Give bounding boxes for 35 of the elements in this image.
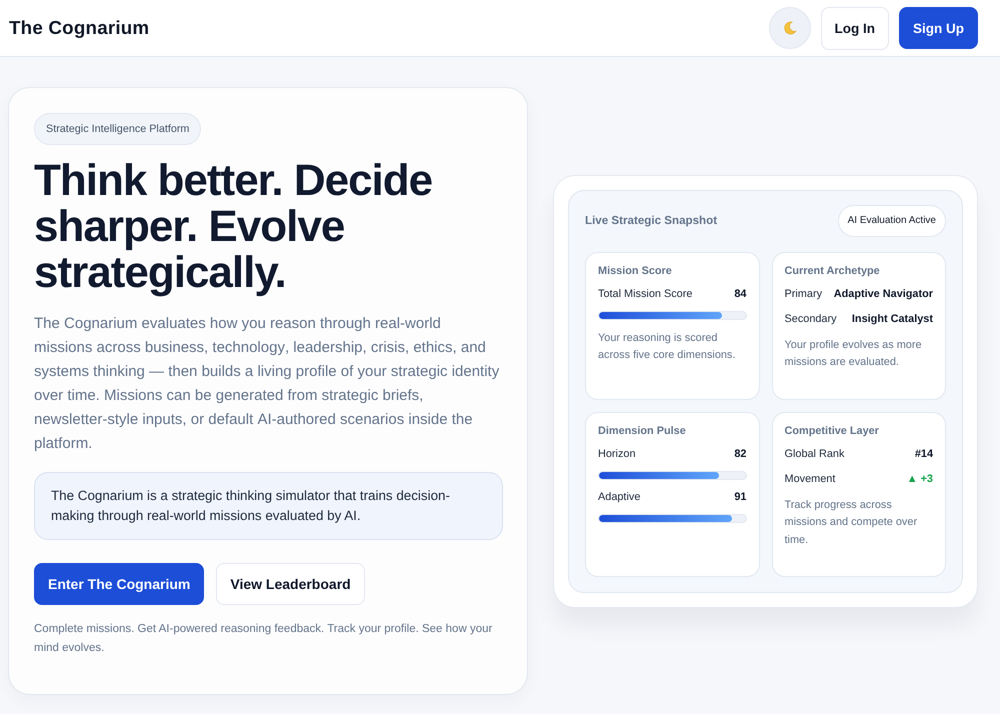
tile-note: Your profile evolves as more missions are evaluated. <box>784 338 923 370</box>
stat-value: Insight Catalyst <box>852 312 933 326</box>
stat-value: 91 <box>734 490 746 504</box>
enter-button[interactable]: Enter The Cognarium <box>34 563 204 605</box>
sign-up-button[interactable]: Sign Up <box>899 7 978 49</box>
theme-toggle-button[interactable] <box>768 7 810 49</box>
stat-label: Adaptive <box>598 490 640 504</box>
tile-note: Your reasoning is scored across five core dimensions. <box>598 330 736 363</box>
description-text: The Cognarium evaluates how you reason through real-world missions across business, technology, leadership, crisis, ethics, and systems thinking — then builds a living profile of your strategic identity over time. Missions can be generated from strategic briefs, newsletter-style inputs, or default AI-authored scenarios inside the platform. <box>34 314 500 454</box>
tile-title: Dimension Pulse <box>598 424 686 438</box>
stat-value: #14 <box>914 446 933 462</box>
stat-value: 84 <box>734 286 746 302</box>
footnote-text: Complete missions. Get AI-powered reasoning feedback. Track your profile. See how your mind evolves. <box>34 622 494 656</box>
tile-title: Competitive Layer <box>784 424 879 438</box>
stat-label: Secondary <box>784 312 837 326</box>
leaderboard-button[interactable]: View Leaderboard <box>216 563 365 605</box>
log-in-button[interactable]: Log In <box>820 6 889 50</box>
snapshot-title: Live Strategic Snapshot <box>585 214 718 227</box>
summary-callout: The Cognarium is a strategic thinking simulator that trains decision-making through real-world missions evaluated by AI. <box>34 472 503 540</box>
stat-label: Global Rank <box>784 446 844 462</box>
headline: Think better. Decide sharper. Evolve strategically. <box>34 158 434 296</box>
tile-title: Mission Score <box>598 264 672 278</box>
stat-label: Total Mission Score <box>598 286 692 302</box>
stat-value: Adaptive Navigator <box>834 286 933 302</box>
stat-label: Primary <box>784 286 822 302</box>
tagline-badge: Strategic Intelligence Platform <box>34 113 202 145</box>
crescent-moon-icon <box>782 21 796 35</box>
stat-label: Movement <box>784 472 836 486</box>
tile-note: Track progress across missions and compete over time. <box>784 498 918 548</box>
stat-label: Horizon <box>598 446 636 462</box>
tile-title: Current Archetype <box>784 264 880 278</box>
stat-value: 82 <box>734 446 746 462</box>
status-badge: AI Evaluation Active <box>838 204 946 236</box>
brand-name[interactable]: The Cognarium <box>9 17 150 39</box>
stat-value: ▲ +3 <box>906 472 933 486</box>
